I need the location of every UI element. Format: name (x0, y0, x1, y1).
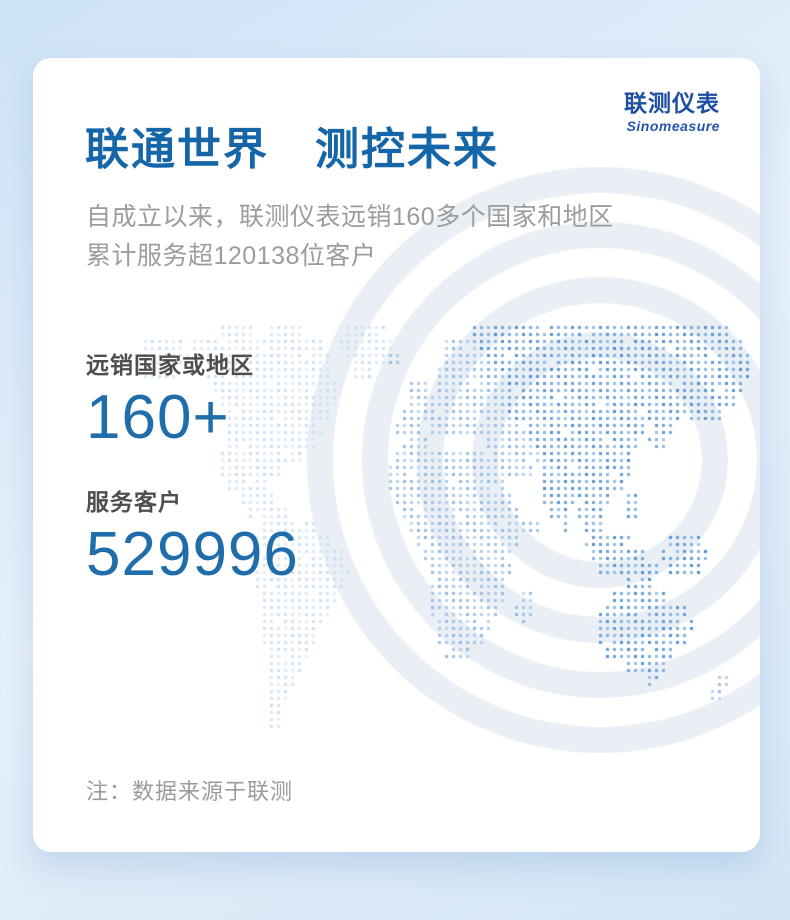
subtitle: 自成立以来，联测仪表远销160多个国家和地区 累计服务超120138位客户 (86, 198, 614, 276)
stat-countries: 远销国家或地区 160+ (86, 354, 254, 449)
stat-customers: 服务客户 529996 (86, 491, 299, 586)
page-title: 联通世界 测控未来 (85, 128, 499, 172)
info-card: 联测仪表 Sinomeasure 联通世界 测控未来 自成立以来，联测仪表远销1… (33, 58, 760, 852)
subtitle-line-2: 累计服务超120138位客户 (86, 242, 376, 270)
world-map-dots (33, 58, 760, 852)
data-source-note: 注：数据来源于联测 (86, 774, 293, 806)
subtitle-line-1: 自成立以来，联测仪表远销160多个国家和地区 (86, 203, 614, 231)
stat-countries-label: 远销国家或地区 (86, 354, 254, 377)
brand-name-en: Sinomeasure (624, 119, 720, 133)
stat-customers-label: 服务客户 (86, 491, 299, 514)
brand-name-cn: 联测仪表 (624, 92, 720, 115)
brand-logo: 联测仪表 Sinomeasure (624, 92, 720, 133)
stat-customers-value: 529996 (86, 524, 299, 586)
stat-countries-value: 160+ (86, 387, 254, 449)
